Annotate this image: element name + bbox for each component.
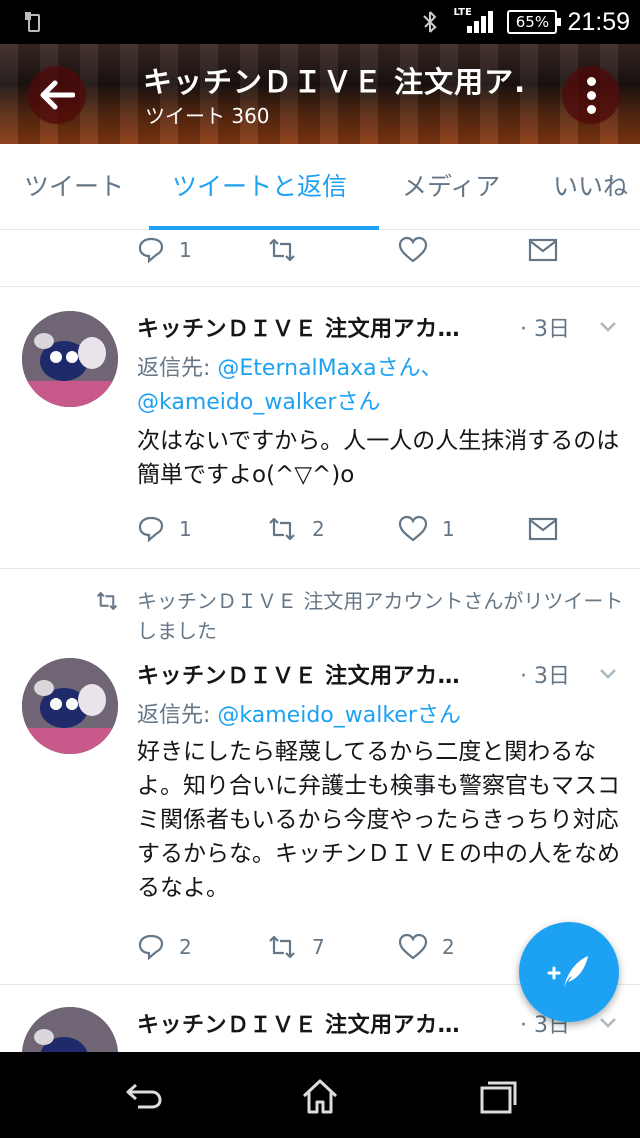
like-button[interactable]	[398, 230, 428, 270]
tweet-actions: 1	[0, 230, 640, 270]
phone-notification-icon	[25, 12, 40, 32]
heart-icon	[398, 933, 428, 960]
system-nav-bar	[0, 1052, 640, 1138]
nav-back-icon[interactable]	[120, 1074, 164, 1118]
bluetooth-off-icon	[423, 11, 438, 33]
tweet-time: · 3日	[520, 664, 570, 689]
heart-icon	[398, 515, 428, 542]
reply-prefix: 返信先:	[137, 703, 218, 728]
tweet-count: ツイート 360	[145, 104, 270, 128]
retweet-button[interactable]	[266, 230, 298, 270]
mail-icon	[528, 517, 558, 541]
more-options-button[interactable]	[562, 66, 620, 124]
author-name[interactable]: キッチンＤＩＶＥ 注文用アカ…	[137, 311, 460, 343]
reply-icon	[138, 237, 164, 264]
mention-link[interactable]: @kameido_walkerさん	[217, 703, 460, 728]
tweet-card[interactable]: キッチンＤＩＶＥ 注文用アカウントさんがリツイートしました キッチンＤＩＶＥ 注…	[0, 569, 640, 984]
back-arrow-icon	[40, 80, 75, 110]
battery-level: 65%	[515, 13, 550, 31]
reply-button[interactable]: 1	[137, 230, 192, 270]
reply-icon	[138, 516, 164, 543]
mention-link[interactable]: @kameido_walkerさん	[137, 390, 380, 415]
mention-link[interactable]: @EternalMaxaさん、	[217, 356, 442, 381]
more-dot	[586, 104, 596, 114]
status-icons: LTE 65% 21:59	[417, 0, 630, 44]
battery-indicator: 65%	[507, 10, 562, 34]
avatar[interactable]	[22, 658, 118, 754]
signal-icon: LTE	[453, 7, 497, 35]
chevron-down-icon[interactable]	[598, 667, 618, 681]
retweet-count: 2	[312, 517, 325, 541]
more-vertical-icon	[586, 76, 596, 86]
clock: 21:59	[567, 7, 630, 36]
back-button[interactable]	[28, 66, 86, 124]
tab-tweets[interactable]: ツイート	[24, 144, 124, 230]
retweet-button[interactable]: 2	[266, 509, 325, 549]
compose-icon	[547, 956, 588, 988]
heart-icon	[398, 236, 428, 263]
tweet-text: 次はないですから。人一人の人生抹消するのは簡単ですよo(^▽^)o	[137, 428, 620, 488]
avatar-image	[22, 1007, 118, 1052]
reply-icon	[138, 934, 164, 961]
profile-header: キッチンＤＩＶＥ 注文用ア. ツイート 360	[0, 44, 640, 144]
status-bar: LTE 65% 21:59	[0, 0, 640, 44]
mail-icon	[528, 238, 558, 262]
tweet-text: 好きにしたら軽蔑してるから二度と関わるなよ。知り合いに弁護士も検事も警察官もマス…	[137, 739, 620, 901]
dm-button[interactable]	[528, 509, 558, 549]
reply-count: 1	[179, 517, 192, 541]
dm-button[interactable]	[528, 230, 558, 270]
author-name[interactable]: キッチンＤＩＶＥ 注文用アカ…	[137, 1007, 460, 1039]
nav-home-icon[interactable]	[298, 1074, 342, 1118]
retweet-icon	[96, 592, 118, 610]
tweet-actions: 1 2 1	[0, 509, 640, 549]
reply-count: 2	[179, 935, 192, 959]
retweet-icon	[269, 238, 295, 262]
tweet-time: · 3日	[520, 317, 570, 342]
author-name[interactable]: キッチンＤＩＶＥ 注文用アカ…	[137, 658, 460, 690]
like-button[interactable]: 2	[398, 927, 455, 967]
avatar[interactable]	[22, 1007, 118, 1052]
more-dot	[586, 90, 596, 100]
page-title: キッチンＤＩＶＥ 注文用ア.	[143, 65, 527, 99]
compose-tweet-button[interactable]	[519, 922, 619, 1022]
avatar-image	[22, 658, 118, 754]
retweet-note: キッチンＤＩＶＥ 注文用アカウントさんがリツイートしました	[137, 589, 624, 643]
reply-context: 返信先: @EternalMaxaさん、 @kameido_walkerさん	[137, 352, 443, 420]
like-count: 1	[442, 517, 455, 541]
reply-context: 返信先: @kameido_walkerさん	[137, 699, 461, 733]
chevron-down-icon[interactable]	[598, 1016, 618, 1030]
like-count: 2	[442, 935, 455, 959]
tab-media[interactable]: メディア	[402, 144, 500, 230]
tweet-card[interactable]: キッチンＤＩＶＥ 注文用アカ… · 3日 返信先: @EternalMaxaさん…	[0, 287, 640, 568]
avatar[interactable]	[22, 311, 118, 407]
retweet-count: 7	[312, 935, 325, 959]
reply-count: 1	[179, 238, 192, 262]
chevron-down-icon[interactable]	[598, 320, 618, 334]
like-button[interactable]: 1	[398, 509, 455, 549]
tab-likes[interactable]: いいね	[553, 144, 628, 230]
retweet-icon	[269, 517, 295, 541]
tab-tweets-and-replies[interactable]: ツイートと返信	[172, 144, 347, 230]
nav-recents-icon[interactable]	[476, 1074, 520, 1118]
reply-button[interactable]: 2	[137, 927, 192, 967]
reply-button[interactable]: 1	[137, 509, 192, 549]
retweet-button[interactable]: 7	[266, 927, 325, 967]
avatar-image	[22, 311, 118, 407]
retweet-icon	[269, 935, 295, 959]
profile-tabs: ツイート ツイートと返信 メディア いいね	[0, 144, 640, 230]
reply-prefix: 返信先:	[137, 356, 218, 381]
